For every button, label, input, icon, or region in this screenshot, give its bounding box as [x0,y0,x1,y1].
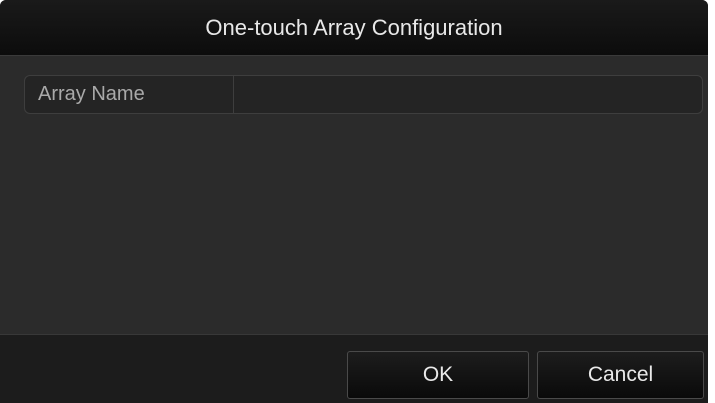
dialog-title-bar: One-touch Array Configuration [0,0,708,56]
dialog-body: Array Name [0,56,708,334]
dialog-title: One-touch Array Configuration [205,14,503,40]
cancel-button[interactable]: Cancel [537,351,704,399]
array-name-input[interactable] [234,76,702,113]
array-name-row: Array Name [24,75,703,114]
array-name-label: Array Name [25,76,234,113]
dialog-footer: OK Cancel [0,334,708,403]
ok-button[interactable]: OK [347,351,529,399]
array-config-dialog: One-touch Array Configuration Array Name… [0,0,708,403]
